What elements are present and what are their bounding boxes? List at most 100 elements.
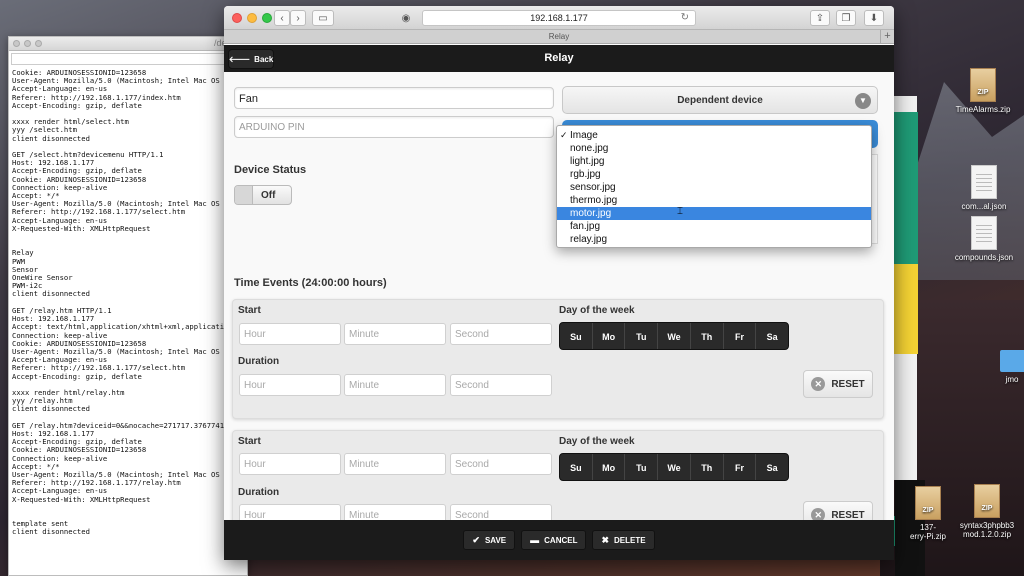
page-title: Relay xyxy=(544,52,574,64)
sidebar-icon[interactable]: ▭ xyxy=(312,10,334,26)
duration-hour-field[interactable]: Hour xyxy=(239,504,341,520)
desktop-icon-folder[interactable]: jmo xyxy=(1000,350,1024,384)
serial-output-line: client disonnected xyxy=(12,289,90,299)
day-thursday-button[interactable]: Th xyxy=(691,323,724,349)
delete-label: DELETE xyxy=(614,535,646,545)
duration-hour-field[interactable]: Hour xyxy=(239,374,341,396)
desktop-icon-timealarms[interactable]: ZIP TimeAlarms.zip xyxy=(950,68,1016,114)
reset-label: RESET xyxy=(831,509,865,521)
dependent-device-select[interactable]: Dependent device ▼ xyxy=(562,86,878,114)
background-window xyxy=(893,96,918,546)
day-friday-button[interactable]: Fr xyxy=(724,454,757,480)
day-of-week-label: Day of the week xyxy=(559,436,635,447)
start-label: Start xyxy=(238,436,261,447)
dropdown-option-sensor[interactable]: sensor.jpg xyxy=(557,181,871,194)
day-sunday-button[interactable]: Su xyxy=(560,323,593,349)
delete-button[interactable]: ✖ DELETE xyxy=(592,530,655,550)
start-hour-field[interactable]: Hour xyxy=(239,323,341,345)
address-bar[interactable]: 192.168.1.177 ↻ xyxy=(422,10,696,26)
serial-output-line: Accept-Encoding: gzip, deflate xyxy=(12,100,142,110)
day-of-week-label: Day of the week xyxy=(559,305,635,316)
duration-minute-field[interactable]: Minute xyxy=(344,374,446,396)
start-second-field[interactable]: Second xyxy=(450,323,552,345)
share-icon[interactable]: ⇪ xyxy=(810,10,830,26)
dropdown-option-light[interactable]: light.jpg xyxy=(557,155,871,168)
zoom-icon[interactable] xyxy=(35,40,42,47)
device-status-toggle[interactable]: Off xyxy=(234,185,292,205)
serial-monitor-titlebar: /de xyxy=(9,37,247,51)
time-event-card: Start Hour Minute Second Day of the week… xyxy=(232,430,884,520)
start-minute-field[interactable]: Minute xyxy=(344,323,446,345)
serial-output-line: X-Requested-With: XMLHttpRequest xyxy=(12,223,151,233)
zip-file-icon: ZIP xyxy=(915,486,941,520)
downloads-icon[interactable]: ⬇ xyxy=(864,10,884,26)
serial-input[interactable] xyxy=(11,53,245,65)
start-second-field[interactable]: Second xyxy=(450,453,552,475)
reset-button[interactable]: ✕ RESET xyxy=(803,501,873,520)
save-button[interactable]: ✔ SAVE xyxy=(463,530,516,550)
day-sunday-button[interactable]: Su xyxy=(560,454,593,480)
serial-output: Cookie: ARDUINOSESSIONID=123658 User-Agen… xyxy=(12,69,247,575)
serial-output-line xyxy=(12,241,247,249)
dropdown-option-thermo[interactable]: thermo.jpg xyxy=(557,194,871,207)
dropdown-option-relay[interactable]: relay.jpg xyxy=(557,233,871,246)
desktop-icon-commercial-json[interactable]: com...al.json xyxy=(948,165,1020,211)
day-selector: Su Mo Tu We Th Fr Sa xyxy=(559,453,789,481)
day-selector: Su Mo Tu We Th Fr Sa xyxy=(559,322,789,350)
desktop-icon-label: jmo xyxy=(1005,375,1019,384)
desktop-icon-label: compounds.json xyxy=(954,253,1014,262)
reset-button[interactable]: ✕ RESET xyxy=(803,370,873,398)
zoom-icon[interactable] xyxy=(262,13,272,23)
device-name-field[interactable]: Fan xyxy=(234,87,554,109)
desktop-icon-label: 137- erry-Pi.zip xyxy=(909,523,946,541)
zip-file-icon: ZIP xyxy=(970,68,996,102)
mouse-cursor-icon: ⌶ xyxy=(677,206,683,217)
day-saturday-button[interactable]: Sa xyxy=(756,454,788,480)
day-wednesday-button[interactable]: We xyxy=(658,323,691,349)
day-monday-button[interactable]: Mo xyxy=(593,323,626,349)
desktop-icon-compounds-json[interactable]: compounds.json xyxy=(948,216,1020,262)
dropdown-option-none[interactable]: none.jpg xyxy=(557,142,871,155)
new-tab-icon[interactable]: + xyxy=(880,30,894,44)
desktop-icon-label: TimeAlarms.zip xyxy=(955,105,1011,114)
dropdown-option-image[interactable]: Image xyxy=(557,129,871,142)
start-hour-field[interactable]: Hour xyxy=(239,453,341,475)
day-monday-button[interactable]: Mo xyxy=(593,454,626,480)
forward-arrow-icon[interactable]: › xyxy=(290,10,306,26)
day-thursday-button[interactable]: Th xyxy=(691,454,724,480)
day-saturday-button[interactable]: Sa xyxy=(756,323,788,349)
toggle-label: Off xyxy=(261,190,276,201)
duration-minute-field[interactable]: Minute xyxy=(344,504,446,520)
arduino-pin-field[interactable]: ARDUINO PIN xyxy=(234,116,554,138)
tabs-icon[interactable]: ❐ xyxy=(836,10,856,26)
cancel-button[interactable]: ▬ CANCEL xyxy=(521,530,587,550)
reload-icon[interactable]: ↻ xyxy=(681,12,689,23)
day-tuesday-button[interactable]: Tu xyxy=(625,323,659,349)
close-icon[interactable] xyxy=(13,40,20,47)
dropdown-option-fan[interactable]: fan.jpg xyxy=(557,220,871,233)
serial-output-line xyxy=(12,233,247,241)
close-icon[interactable] xyxy=(232,13,242,23)
duration-second-field[interactable]: Second xyxy=(450,504,552,520)
privacy-icon[interactable]: ◉ xyxy=(396,10,416,26)
desktop-icon-syntax-zip[interactable]: ZIP syntax3phpbb3 mod.1.2.0.zip xyxy=(950,484,1024,539)
minimize-icon[interactable] xyxy=(247,13,257,23)
zip-file-icon: ZIP xyxy=(974,484,1000,518)
chevron-down-icon: ▼ xyxy=(855,93,871,109)
day-friday-button[interactable]: Fr xyxy=(724,323,757,349)
dropdown-option-rgb[interactable]: rgb.jpg xyxy=(557,168,871,181)
start-minute-field[interactable]: Minute xyxy=(344,453,446,475)
desktop-icon-raspberry-zip[interactable]: ZIP 137- erry-Pi.zip xyxy=(908,486,948,541)
day-wednesday-button[interactable]: We xyxy=(658,454,691,480)
dependent-device-label: Dependent device xyxy=(677,95,763,106)
save-label: SAVE xyxy=(484,535,507,545)
serial-output-line: OneWire Sensor xyxy=(12,273,73,283)
duration-second-field[interactable]: Second xyxy=(450,374,552,396)
tab-relay[interactable]: Relay xyxy=(549,32,569,41)
minimize-icon[interactable] xyxy=(24,40,31,47)
action-footer: ✔ SAVE ▬ CANCEL ✖ DELETE xyxy=(224,520,894,560)
back-arrow-icon[interactable]: ‹ xyxy=(274,10,290,26)
dropdown-option-motor[interactable]: motor.jpg xyxy=(557,207,871,220)
day-tuesday-button[interactable]: Tu xyxy=(625,454,659,480)
serial-output-line: Relay xyxy=(12,248,34,258)
